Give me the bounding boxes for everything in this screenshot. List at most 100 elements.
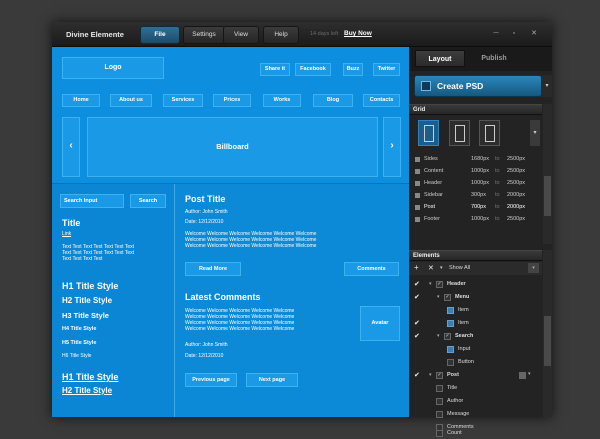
h2-title-link[interactable]: H2 Title Style [62,386,112,395]
grid-row-footer[interactable]: Footer 1000px to 2500px [415,215,545,225]
visible-check-icon[interactable]: ✔ [414,320,420,328]
sidebar-link[interactable]: Link [62,231,71,238]
grid-row-to: to [495,156,500,162]
group-checkbox[interactable]: ✓ [444,294,451,301]
grid-row-content[interactable]: Content 1000px to 2500px [415,167,545,177]
grid-row-min[interactable]: 1000px [471,168,489,174]
element-row-search[interactable]: ✔ ▾ ✓ Search [409,331,534,343]
visible-check-icon[interactable]: ✔ [414,372,420,380]
group-checkbox[interactable]: ✓ [444,333,451,340]
grid-row-sides[interactable]: Sides 1680px to 2500px [415,155,545,165]
add-icon[interactable]: + [414,263,419,272]
element-row-author[interactable]: Author [409,396,534,408]
logo[interactable]: Logo [62,57,164,79]
create-psd-button[interactable]: Create PSD [414,75,542,97]
visible-check-icon[interactable]: ✔ [414,281,420,289]
element-row-item[interactable]: ✔ Item [409,318,534,330]
grid-layout-single-icon[interactable] [418,120,439,146]
tab-layout[interactable]: Layout [415,50,465,67]
facebook-button[interactable]: Facebook [295,63,331,76]
grid-row-max[interactable]: 2500px [507,216,525,222]
element-row-comments[interactable]: Comments [409,422,534,434]
close-icon[interactable]: ✕ [526,27,542,40]
visible-check-icon[interactable]: ✔ [414,333,420,341]
grid-row-post[interactable]: Post 700px to 2000px [415,203,545,213]
group-checkbox[interactable]: ✓ [436,372,443,379]
grid-layout-double-icon[interactable] [449,120,470,146]
group-checkbox[interactable]: ✓ [436,281,443,288]
grid-scrollbar[interactable] [543,104,552,244]
next-page-button[interactable]: Next page [246,373,298,387]
share-it-button[interactable]: Share it [260,63,290,76]
grid-row-max[interactable]: 2000px [507,204,525,210]
grid-row-max[interactable]: 2500px [507,168,525,174]
show-all-dropdown-icon[interactable]: ▾ [440,265,443,271]
read-more-button[interactable]: Read More [185,262,241,276]
billboard-next-arrow[interactable]: › [383,117,401,177]
element-row-title[interactable]: Title [409,383,534,395]
grid-row-min[interactable]: 1000px [471,180,489,186]
menu-settings[interactable]: Settings [183,26,225,44]
nav-prices[interactable]: Prices [213,94,251,107]
nav-about-us[interactable]: About us [110,94,152,107]
nav-services[interactable]: Services [163,94,203,107]
grid-row-sidebar[interactable]: Sidebar 300px to 2000px [415,191,545,201]
h1-title-link[interactable]: H1 Title Style [62,372,118,382]
tab-publish[interactable]: Publish [469,50,519,67]
element-label: Menu [455,294,470,300]
element-row-item[interactable]: Item [409,305,534,317]
collapse-icon[interactable]: ▾ [429,372,432,378]
search-input[interactable]: Search Input [60,194,124,208]
buzz-button[interactable]: Buzz [343,63,363,76]
element-row-button[interactable]: Button [409,357,534,369]
grid-row-max[interactable]: 2000px [507,192,525,198]
grid-row-header[interactable]: Header 1000px to 2500px [415,179,545,189]
nav-contacts[interactable]: Contacts [363,94,400,107]
collapse-icon[interactable]: ▾ [437,333,440,339]
element-row-header[interactable]: ✔ ▾ ✓ Header [409,279,534,291]
visible-check-icon[interactable]: ✔ [414,294,420,302]
element-row-menu[interactable]: ✔ ▾ ✓ Menu [409,292,534,304]
app-window: Divine Elemente File Settings View Help … [52,22,552,437]
menu-help[interactable]: Help [263,26,299,44]
grid-row-min[interactable]: 300px [471,192,486,198]
delete-icon[interactable]: ✕ [428,264,434,272]
grid-row-max[interactable]: 2500px [507,180,525,186]
h1-title-style: H1 Title Style [62,281,119,291]
collapse-icon[interactable]: ▾ [437,294,440,300]
button-icon [447,359,454,366]
menu-view[interactable]: View [223,26,259,44]
grid-row-max[interactable]: 2500px [507,156,525,162]
nav-home[interactable]: Home [62,94,100,107]
search-button[interactable]: Search [130,194,166,208]
create-psd-dropdown-icon[interactable]: ▾ [542,75,552,97]
nav-blog[interactable]: Blog [313,94,353,107]
restore-icon[interactable]: ▫ [506,27,522,40]
grid-row-min[interactable]: 700px [471,204,486,210]
buy-now-link[interactable]: Buy Now [344,30,372,37]
grid-layout-dropdown-icon[interactable]: ▾ [530,120,540,146]
element-row-input[interactable]: Input [409,344,534,356]
previous-page-button[interactable]: Previous page [185,373,237,387]
minimize-icon[interactable]: ─ [488,27,504,40]
menu-file[interactable]: File [140,26,180,44]
show-all-label[interactable]: Show All [449,265,470,271]
grid-row-min[interactable]: 1000px [471,216,489,222]
options-dropdown-icon[interactable]: ▾ [528,371,531,377]
elements-scrollbar[interactable] [543,250,552,417]
layout-icon[interactable] [519,372,526,379]
billboard-prev-arrow[interactable]: ‹ [62,117,80,177]
grid-scrollbar-thumb[interactable] [544,176,551,216]
element-label: Post [447,372,459,378]
grid-row-min[interactable]: 1680px [471,156,489,162]
nav-works[interactable]: Works [263,94,301,107]
twitter-button[interactable]: Twitter [373,63,400,76]
element-row-post[interactable]: ✔ ▾ ✓ Post ▾ [409,370,534,382]
grid-layout-triple-icon[interactable] [479,120,500,146]
filter-dropdown-icon[interactable]: ▾ [528,263,539,273]
element-label: Count [447,430,462,436]
elements-scrollbar-thumb[interactable] [544,316,551,366]
collapse-icon[interactable]: ▾ [429,281,432,287]
comments-button[interactable]: Comments [344,262,399,276]
element-row-message[interactable]: Message [409,409,534,421]
